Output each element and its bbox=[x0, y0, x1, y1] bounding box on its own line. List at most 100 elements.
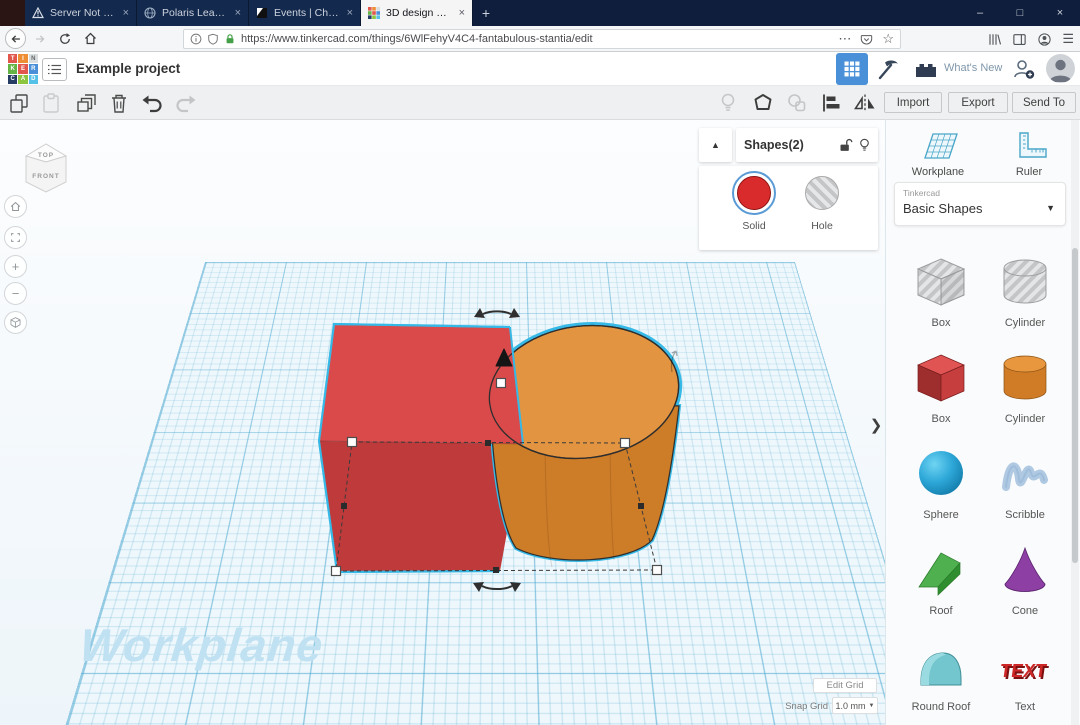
back-icon bbox=[9, 32, 23, 46]
info-icon[interactable] bbox=[190, 33, 202, 45]
tab-title: Events | Chicago Public Library bbox=[274, 7, 341, 19]
view-cube[interactable]: TOP FRONT bbox=[20, 138, 72, 196]
shape-item-hole-cylinder[interactable]: Cylinder bbox=[983, 254, 1067, 329]
delete-button[interactable] bbox=[106, 91, 132, 115]
url-bar[interactable]: https://www.tinkercad.com/things/6WlFehy… bbox=[183, 29, 901, 49]
project-properties-button[interactable] bbox=[42, 58, 67, 81]
shape-item-red-box[interactable]: Box bbox=[899, 350, 983, 425]
edit-grid-button[interactable]: Edit Grid bbox=[813, 678, 877, 693]
minimize-button[interactable]: – bbox=[960, 0, 1000, 26]
reload-button[interactable] bbox=[54, 28, 76, 50]
mirror-button[interactable] bbox=[852, 91, 878, 115]
avatar[interactable] bbox=[1046, 54, 1075, 83]
whats-new-link[interactable]: What's New bbox=[944, 62, 1002, 74]
back-button[interactable] bbox=[5, 28, 26, 49]
new-tab-button[interactable]: + bbox=[473, 0, 499, 26]
home-view-button[interactable] bbox=[4, 195, 27, 218]
align-button[interactable] bbox=[818, 91, 844, 115]
page-actions-icon[interactable]: ⋯ bbox=[838, 31, 851, 47]
home-button[interactable] bbox=[79, 28, 101, 50]
export-button[interactable]: Export bbox=[948, 92, 1008, 113]
ungroup-button[interactable] bbox=[784, 91, 810, 115]
grid-icon bbox=[843, 60, 861, 78]
shape-item-cone[interactable]: Cone bbox=[983, 542, 1067, 617]
forward-button[interactable] bbox=[29, 28, 51, 50]
tab-tinkercad-active[interactable]: 3D design Fantabulous Stantia × bbox=[361, 0, 473, 26]
tinkercad-header: TIN KER CAD Example project What's New bbox=[0, 52, 1080, 86]
tab-server-not-found[interactable]: Server Not Found × bbox=[25, 0, 137, 26]
zoom-in-button[interactable]: + bbox=[4, 255, 27, 278]
maximize-button[interactable]: □ bbox=[1000, 0, 1040, 26]
menu-icon[interactable]: ☰ bbox=[1062, 31, 1074, 47]
undo-icon bbox=[141, 92, 165, 114]
undo-button[interactable] bbox=[140, 91, 166, 115]
rotate-handle-top[interactable] bbox=[474, 308, 520, 318]
bookmark-star-icon[interactable]: ☆ bbox=[882, 31, 894, 47]
copy-button[interactable] bbox=[6, 91, 32, 115]
hole-pattern-dot bbox=[805, 176, 839, 210]
snap-grid-dropdown[interactable]: 1.0 mm ▼ bbox=[832, 697, 878, 714]
hole-swatch[interactable] bbox=[800, 171, 844, 215]
red-box-top-face[interactable] bbox=[319, 324, 523, 444]
tab-polaris-leap[interactable]: Polaris Leap - Login × bbox=[137, 0, 249, 26]
browser-window: Server Not Found × Polaris Leap - Login … bbox=[0, 0, 1080, 725]
fit-view-button[interactable] bbox=[4, 226, 27, 249]
tab-close-icon[interactable]: × bbox=[235, 7, 241, 19]
shape-item-round-roof[interactable]: Round Roof bbox=[899, 638, 983, 713]
sidebars-icon[interactable] bbox=[1012, 32, 1027, 47]
paste-button[interactable] bbox=[38, 91, 64, 115]
close-button[interactable]: × bbox=[1040, 0, 1080, 26]
view-cube-front-label: FRONT bbox=[32, 173, 59, 180]
lightbulb-icon[interactable] bbox=[859, 137, 870, 153]
shape-item-sphere[interactable]: Sphere bbox=[899, 446, 983, 521]
shape-item-orange-cylinder[interactable]: Cylinder bbox=[983, 350, 1067, 425]
ruler-tool[interactable] bbox=[1011, 128, 1051, 169]
brick-export-button[interactable] bbox=[912, 56, 940, 82]
pocket-icon[interactable] bbox=[860, 33, 873, 46]
globe-icon bbox=[144, 7, 156, 19]
group-button[interactable] bbox=[750, 91, 776, 115]
account-icon[interactable] bbox=[1037, 32, 1052, 47]
shapes-panel-collapse-button[interactable]: ▲ bbox=[699, 128, 732, 162]
sidebar-scrollbar[interactable] bbox=[1071, 120, 1079, 725]
send-to-button[interactable]: Send To bbox=[1012, 92, 1076, 113]
shape-item-label: Scribble bbox=[983, 509, 1067, 521]
scrollbar-thumb[interactable] bbox=[1072, 248, 1078, 563]
tinkercad-logo[interactable]: TIN KER CAD bbox=[8, 54, 38, 84]
project-title[interactable]: Example project bbox=[76, 61, 180, 76]
paste-icon bbox=[40, 92, 62, 114]
category-brand: Tinkercad bbox=[903, 188, 940, 198]
solid-swatch[interactable] bbox=[732, 171, 776, 215]
import-button[interactable]: Import bbox=[884, 92, 942, 113]
library-icon[interactable] bbox=[987, 32, 1002, 47]
solid-color-dot bbox=[737, 176, 771, 210]
shape-item-roof[interactable]: Roof bbox=[899, 542, 983, 617]
zoom-out-button[interactable]: − bbox=[4, 282, 27, 305]
workplane-tool[interactable] bbox=[916, 128, 960, 169]
perspective-toggle-button[interactable] bbox=[4, 311, 27, 334]
view-cube-top-label: TOP bbox=[38, 152, 54, 159]
shape-item-hole-box[interactable]: Box bbox=[899, 254, 983, 329]
duplicate-button[interactable] bbox=[74, 91, 100, 115]
shape-item-text[interactable]: TEXT TEXT Text bbox=[983, 638, 1067, 713]
red-box-icon bbox=[913, 350, 969, 406]
shape-category-dropdown[interactable]: Tinkercad Basic Shapes ▼ bbox=[894, 182, 1066, 226]
workplane-tool-label: Workplane bbox=[908, 166, 968, 178]
tab-close-icon[interactable]: × bbox=[123, 7, 129, 19]
invite-button[interactable] bbox=[1010, 56, 1038, 82]
url-text[interactable]: https://www.tinkercad.com/things/6WlFehy… bbox=[241, 33, 833, 45]
lightbulb-icon bbox=[719, 92, 737, 114]
show-all-button[interactable] bbox=[715, 91, 741, 115]
unlock-icon[interactable] bbox=[838, 137, 853, 153]
shape-item-scribble[interactable]: Scribble bbox=[983, 446, 1067, 521]
minecraft-export-button[interactable] bbox=[874, 56, 902, 82]
tab-close-icon[interactable]: × bbox=[459, 7, 465, 19]
redo-button[interactable] bbox=[172, 91, 198, 115]
dashboard-grid-button[interactable] bbox=[836, 53, 868, 85]
shield-icon[interactable] bbox=[207, 33, 219, 45]
tab-chicago-library[interactable]: Events | Chicago Public Library × bbox=[249, 0, 361, 26]
sidebar-collapse-handle[interactable]: ❯ bbox=[868, 408, 884, 442]
rotate-handle-bottom[interactable] bbox=[473, 582, 521, 592]
tab-close-icon[interactable]: × bbox=[347, 7, 353, 19]
browser-titlebar: Server Not Found × Polaris Leap - Login … bbox=[0, 0, 1080, 26]
